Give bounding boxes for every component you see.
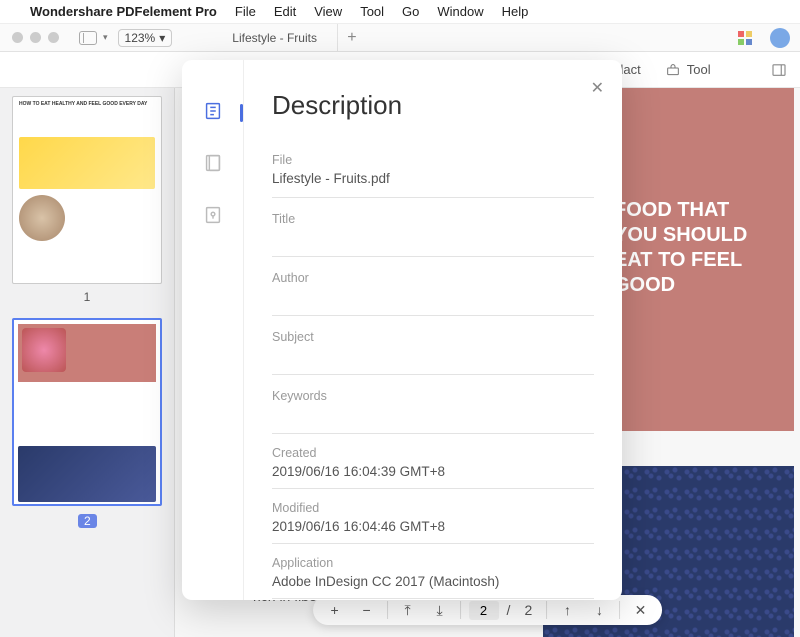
field-file: File Lifestyle - Fruits.pdf [272, 145, 594, 198]
field-subject[interactable]: Subject [272, 322, 594, 375]
active-indicator [240, 104, 243, 122]
dialog-sidebar [182, 60, 244, 600]
field-created: Created 2019/06/16 16:04:39 GMT+8 [272, 440, 594, 489]
close-dialog-button[interactable]: ✕ [591, 78, 604, 98]
field-label: Modified [272, 501, 594, 515]
field-label: Title [272, 212, 594, 226]
pages-tab-icon[interactable] [202, 152, 224, 174]
field-value: Adobe InDesign CC 2017 (Macintosh) [272, 574, 594, 590]
field-value: 2019/06/16 16:04:46 GMT+8 [272, 519, 594, 535]
field-label: Created [272, 446, 594, 460]
description-tab-icon[interactable] [202, 100, 224, 122]
field-value [272, 348, 594, 364]
description-dialog: ✕ Description File Lifestyle - Fruits.pd… [182, 60, 622, 600]
field-value [272, 289, 594, 305]
modal-overlay: ✕ Description File Lifestyle - Fruits.pd… [0, 0, 800, 637]
field-value [272, 230, 594, 246]
security-tab-icon[interactable] [202, 204, 224, 226]
field-keywords[interactable]: Keywords [272, 381, 594, 434]
field-value: Lifestyle - Fruits.pdf [272, 171, 594, 187]
field-label: Subject [272, 330, 594, 344]
dialog-title: Description [272, 90, 594, 121]
field-author[interactable]: Author [272, 263, 594, 316]
field-modified: Modified 2019/06/16 16:04:46 GMT+8 [272, 495, 594, 544]
field-value: 2019/06/16 16:04:39 GMT+8 [272, 464, 594, 480]
field-application: Application Adobe InDesign CC 2017 (Maci… [272, 550, 594, 599]
field-label: Application [272, 556, 594, 570]
field-label: Author [272, 271, 594, 285]
field-label: Keywords [272, 389, 594, 403]
field-title[interactable]: Title [272, 204, 594, 257]
field-label: File [272, 153, 594, 167]
field-value [272, 407, 594, 423]
dialog-content: ✕ Description File Lifestyle - Fruits.pd… [244, 60, 622, 600]
